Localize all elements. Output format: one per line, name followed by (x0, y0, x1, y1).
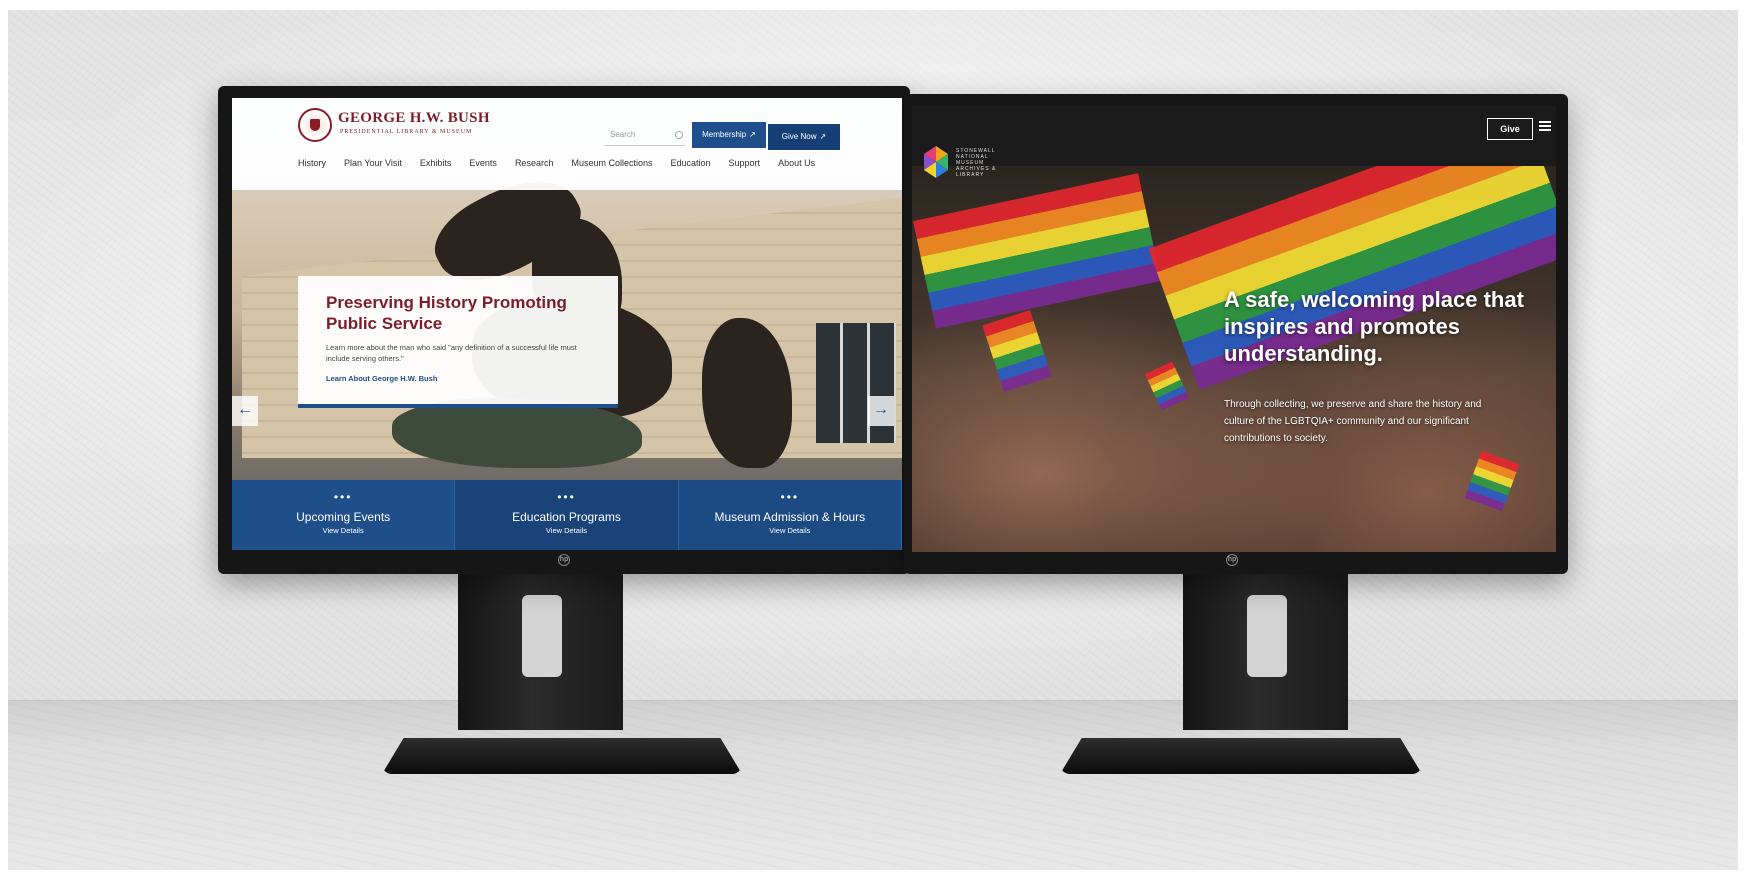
nav-item-support[interactable]: Support (729, 158, 761, 178)
give-button[interactable]: Give (1487, 118, 1533, 140)
right-monitor-stand (1183, 560, 1348, 730)
quick-links: ••• Upcoming Events View Details ••• Edu… (232, 480, 902, 550)
right-monitor-base (1060, 738, 1422, 774)
floor-background (8, 700, 1738, 870)
rainbow-flag (913, 173, 1161, 329)
hamburger-menu-icon[interactable] (1539, 121, 1551, 131)
left-monitor-base (382, 738, 742, 774)
site-header: STONEWALL NATIONAL MUSEUM ARCHIVES & LIB… (912, 106, 1556, 178)
learn-about-link[interactable]: Learn About George H.W. Bush (326, 374, 590, 383)
presidential-seal-icon (298, 108, 332, 142)
hero-body: Learn more about the man who said "any d… (326, 343, 577, 363)
nav-item-plan-your-visit[interactable]: Plan Your Visit (344, 158, 402, 178)
left-monitor-stand (458, 560, 623, 730)
search-input[interactable]: Search (604, 126, 686, 146)
external-link-icon: ↗ (819, 132, 827, 141)
give-now-button[interactable]: Give Now ↗ (768, 124, 840, 150)
quick-link-museum-admission[interactable]: ••• Museum Admission & Hours View Detail… (678, 480, 902, 550)
bush-library-website: GEORGE H.W. BUSH PRESIDENTIAL LIBRARY & … (232, 98, 902, 550)
nav-item-history[interactable]: History (298, 158, 326, 178)
brand-title[interactable]: GEORGE H.W. BUSH (338, 110, 490, 127)
dots-icon: ••• (780, 490, 800, 504)
site-header: GEORGE H.W. BUSH PRESIDENTIAL LIBRARY & … (232, 98, 902, 190)
nav-item-education[interactable]: Education (671, 158, 711, 178)
external-link-icon: ↗ (749, 130, 756, 139)
stonewall-museum-website: STONEWALL NATIONAL MUSEUM ARCHIVES & LIB… (912, 106, 1556, 552)
stonewall-logo-icon[interactable] (922, 146, 950, 180)
carousel-next-arrow-icon[interactable]: → (868, 396, 894, 426)
hp-logo-icon: hp (558, 554, 570, 566)
carousel-prev-arrow-icon[interactable]: ← (232, 396, 258, 426)
quick-link-education-programs[interactable]: ••• Education Programs View Details (455, 480, 679, 550)
hero-title: Preserving History Promoting Public Serv… (326, 293, 567, 333)
main-nav: History Plan Your Visit Exhibits Events … (298, 158, 858, 178)
hero-card: Preserving History Promoting Public Serv… (298, 276, 618, 408)
nav-item-exhibits[interactable]: Exhibits (420, 158, 452, 178)
dots-icon: ••• (557, 490, 576, 504)
hp-logo-icon: hp (1226, 554, 1238, 566)
membership-button[interactable]: Membership ↗ (692, 122, 766, 148)
nav-item-museum-collections[interactable]: Museum Collections (571, 158, 652, 178)
hero-body: Through collecting, we preserve and shar… (1224, 399, 1482, 444)
nav-item-events[interactable]: Events (469, 158, 497, 178)
dots-icon: ••• (333, 490, 353, 504)
nav-item-about-us[interactable]: About Us (778, 158, 815, 178)
brand-subtitle: PRESIDENTIAL LIBRARY & MUSEUM (340, 129, 473, 135)
quick-link-upcoming-events[interactable]: ••• Upcoming Events View Details (232, 480, 456, 550)
nav-item-research[interactable]: Research (515, 158, 554, 178)
logo-text: STONEWALL NATIONAL MUSEUM ARCHIVES & LIB… (956, 148, 997, 178)
search-icon[interactable] (675, 131, 683, 139)
hero-title: A safe, welcoming place that inspires an… (1224, 287, 1524, 366)
